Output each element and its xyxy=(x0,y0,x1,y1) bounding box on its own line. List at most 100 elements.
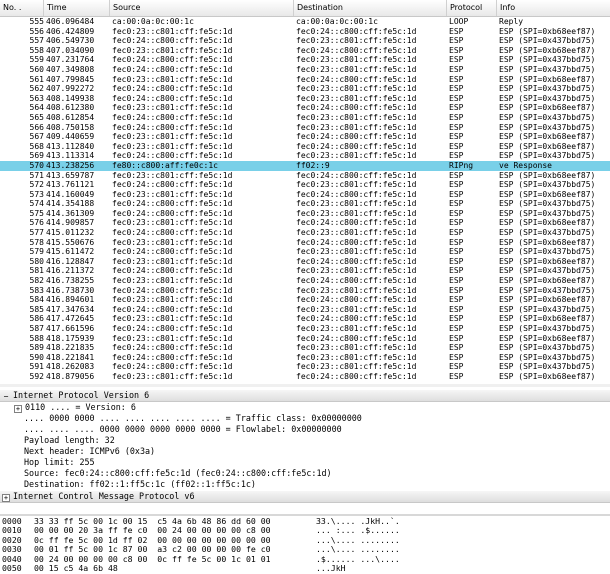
packet-list-header: No. . Time Source Destination Protocol I… xyxy=(0,0,610,17)
column-header-destination[interactable]: Destination xyxy=(294,0,447,16)
packet-time: 415.550676 xyxy=(46,237,95,247)
destination-field[interactable]: Destination: ff02::1:ff5c:1c (ff02::1:ff… xyxy=(0,479,610,490)
packet-destination: fec0:23::c801:cff:fe5c:1d xyxy=(296,247,417,257)
packet-destination: fec0:23::c801:cff:fe5c:1d xyxy=(296,36,417,46)
packet-source: fec0:24::c800:cff:fe5c:1d xyxy=(112,180,233,190)
packet-row[interactable]: 557 406.549730 fec0:24::c800:cff:fe5c:1d fe… xyxy=(0,36,610,46)
packet-source: fec0:23::c801:cff:fe5c:1d xyxy=(112,256,233,266)
packet-row[interactable]: 584 416.894601 fec0:23::c801:cff:fe5c:1d fe… xyxy=(0,295,610,305)
packet-row[interactable]: 591 418.262083 fec0:24::c800:cff:fe5c:1d fe… xyxy=(0,362,610,372)
packet-row[interactable]: 576 414.909857 fec0:23::c801:cff:fe5c:1d fe… xyxy=(0,218,610,228)
packet-time: 418.879056 xyxy=(46,371,95,381)
column-header-time[interactable]: Time xyxy=(44,0,110,16)
packet-protocol: ESP xyxy=(449,256,464,266)
packet-row[interactable]: 590 418.221841 fec0:24::c800:cff:fe5c:1d fe… xyxy=(0,353,610,363)
packet-row[interactable]: 565 408.612854 fec0:24::c800:cff:fe5c:1d fe… xyxy=(0,113,610,123)
packet-row[interactable]: 577 415.011232 fec0:24::c800:cff:fe5c:1d fe… xyxy=(0,228,610,238)
packet-info: ESP (SPI=0xb68eef87) xyxy=(499,141,596,151)
packet-row[interactable]: 575 414.361309 fec0:24::c800:cff:fe5c:1d fe… xyxy=(0,209,610,219)
packet-row[interactable]: 563 408.149938 fec0:24::c800:cff:fe5c:1d fe… xyxy=(0,94,610,104)
hex-offset[interactable]: 0050 xyxy=(2,563,22,573)
flowlabel-field[interactable]: .... .... .... 0000 0000 0000 0000 0000 … xyxy=(0,424,610,435)
packet-time: 417.661596 xyxy=(46,324,95,333)
source-field[interactable]: Source: fec0:24::c800:cff:fe5c:1d (fec0:… xyxy=(0,468,610,479)
packet-time: 416.128847 xyxy=(46,256,95,266)
packet-row[interactable]: 583 416.738730 fec0:24::c800:cff:fe5c:1d fe… xyxy=(0,286,610,296)
packet-row[interactable]: 588 418.175939 fec0:23::c801:cff:fe5c:1d fe… xyxy=(0,334,610,344)
packet-destination: fec0:23::c801:cff:fe5c:1d xyxy=(296,180,417,190)
packet-row[interactable]: 574 414.354188 fec0:24::c800:cff:fe5c:1d fe… xyxy=(0,199,610,209)
packet-time: 418.221835 xyxy=(46,343,95,353)
packet-no: 561 xyxy=(29,74,44,84)
packet-source: fec0:23::c801:cff:fe5c:1d xyxy=(112,132,233,142)
packet-source: fec0:23::c801:cff:fe5c:1d xyxy=(112,276,233,286)
packet-row[interactable]: 572 413.761121 fec0:24::c800:cff:fe5c:1d fe… xyxy=(0,180,610,190)
packet-time: 413.113314 xyxy=(46,151,95,161)
packet-row[interactable]: 585 417.347634 fec0:24::c800:cff:fe5c:1d fe… xyxy=(0,305,610,315)
plus-box-icon[interactable]: + xyxy=(14,405,22,413)
column-header-info[interactable]: Info xyxy=(497,0,610,16)
packet-row[interactable]: 568 413.112840 fec0:23::c801:cff:fe5c:1d fe… xyxy=(0,142,610,152)
packet-row[interactable]: 560 407.349808 fec0:24::c800:cff:fe5c:1d fe… xyxy=(0,65,610,75)
packet-protocol: ESP xyxy=(449,304,464,314)
tree-node-ipv6[interactable]: − Internet Protocol Version 6 xyxy=(0,390,610,402)
packet-time: 408.750158 xyxy=(46,122,95,132)
packet-row[interactable]: 559 407.231764 fec0:24::c800:cff:fe5c:1d fe… xyxy=(0,55,610,65)
packet-time: 417.472645 xyxy=(46,314,95,324)
packet-row[interactable]: 586 417.472645 fec0:23::c801:cff:fe5c:1d fe… xyxy=(0,314,610,324)
packet-row[interactable]: 569 413.113314 fec0:24::c800:cff:fe5c:1d fe… xyxy=(0,151,610,161)
packet-no: 558 xyxy=(29,45,44,55)
packet-protocol: ESP xyxy=(449,122,464,132)
packet-row[interactable]: 592 418.879056 fec0:23::c801:cff:fe5c:1d fe… xyxy=(0,372,610,382)
packet-source: fec0:23::c801:cff:fe5c:1d xyxy=(112,314,233,324)
packet-no: 570 xyxy=(29,160,44,170)
packet-row[interactable]: 567 409.440659 fec0:23::c801:cff:fe5c:1d fe… xyxy=(0,132,610,142)
packet-row[interactable]: 561 407.799845 fec0:23::c801:cff:fe5c:1d fe… xyxy=(0,75,610,85)
packet-detail-pane: − Internet Protocol Version 6 +0110 .... … xyxy=(0,390,610,514)
packet-row[interactable]: 582 416.738255 fec0:23::c801:cff:fe5c:1d fe… xyxy=(0,276,610,286)
packet-row[interactable]: 580 416.128847 fec0:23::c801:cff:fe5c:1d fe… xyxy=(0,257,610,267)
packet-list[interactable]: No. . Time Source Destination Protocol I… xyxy=(0,0,610,387)
packet-no: 574 xyxy=(29,199,44,209)
packet-row[interactable]: 555 406.096484 ca:00:0a:0c:00:1c ca:00:0a:0… xyxy=(0,17,610,27)
packet-row[interactable]: 566 408.750158 fec0:24::c800:cff:fe5c:1d fe… xyxy=(0,123,610,133)
packet-info: ESP (SPI=0xb68eef87) xyxy=(499,256,596,266)
packet-protocol: ESP xyxy=(449,132,464,142)
packet-protocol: ESP xyxy=(449,151,464,161)
packet-row[interactable]: 581 416.211372 fec0:24::c800:cff:fe5c:1d fe… xyxy=(0,266,610,276)
plus-box-icon[interactable]: + xyxy=(2,494,10,502)
hex-bytes[interactable]: 00 15 c5 4a 6b 48 xyxy=(34,563,118,573)
hex-ascii[interactable]: ...JkH xyxy=(316,563,346,573)
payload-length-field[interactable]: Payload length: 32 xyxy=(0,435,610,446)
column-header-protocol[interactable]: Protocol xyxy=(447,0,497,16)
packet-time: 417.347634 xyxy=(46,304,95,314)
packet-row[interactable]: 556 406.424809 fec0:23::c801:cff:fe5c:1d fe… xyxy=(0,27,610,37)
packet-row[interactable]: 587 417.661596 fec0:24::c800:cff:fe5c:1d fe… xyxy=(0,324,610,334)
tree-node-icmpv6[interactable]: + Internet Control Message Protocol v6 xyxy=(0,491,610,503)
packet-no: 580 xyxy=(29,256,44,266)
packet-row[interactable]: 558 407.034090 fec0:23::c801:cff:fe5c:1d fe… xyxy=(0,46,610,56)
tree-node-version[interactable]: +0110 .... = Version: 6 xyxy=(0,402,610,413)
packet-row[interactable]: 562 407.992272 fec0:24::c800:cff:fe5c:1d fe… xyxy=(0,84,610,94)
packet-row[interactable]: 579 415.611472 fec0:24::c800:cff:fe5c:1d fe… xyxy=(0,247,610,257)
minus-box-icon[interactable]: − xyxy=(2,393,10,401)
packet-row[interactable]: 578 415.550676 fec0:23::c801:cff:fe5c:1d fe… xyxy=(0,238,610,248)
packet-row[interactable]: 589 418.221835 fec0:24::c800:cff:fe5c:1d fe… xyxy=(0,343,610,353)
packet-destination: fec0:23::c801:cff:fe5c:1d xyxy=(296,352,417,362)
column-header-source[interactable]: Source xyxy=(110,0,294,16)
next-header-field[interactable]: Next header: ICMPv6 (0x3a) xyxy=(0,446,610,457)
packet-info: ESP (SPI=0x437bbd75) xyxy=(499,228,596,238)
packet-row-selected[interactable]: 570 413.238256 fe80::c800:aff:fe0c:1c ff02:… xyxy=(0,160,610,171)
packet-no: 592 xyxy=(29,371,44,381)
column-header-no[interactable]: No. . xyxy=(0,0,44,16)
packet-no: 587 xyxy=(29,324,44,333)
packet-info: ESP (SPI=0x437bbd75) xyxy=(499,362,596,372)
packet-source: fec0:24::c800:cff:fe5c:1d xyxy=(112,343,233,353)
packet-protocol: LOOP xyxy=(449,17,469,26)
packet-row[interactable]: 571 413.659787 fec0:23::c801:cff:fe5c:1d fe… xyxy=(0,171,610,181)
packet-row[interactable]: 573 414.160049 fec0:23::c801:cff:fe5c:1d fe… xyxy=(0,190,610,200)
horizontal-scrollbar[interactable] xyxy=(0,384,610,387)
traffic-class-field[interactable]: .... 0000 0000 .... .... .... .... .... … xyxy=(0,413,610,424)
hop-limit-field[interactable]: Hop limit: 255 xyxy=(0,457,610,468)
packet-row[interactable]: 564 408.612380 fec0:23::c801:cff:fe5c:1d fe… xyxy=(0,103,610,113)
